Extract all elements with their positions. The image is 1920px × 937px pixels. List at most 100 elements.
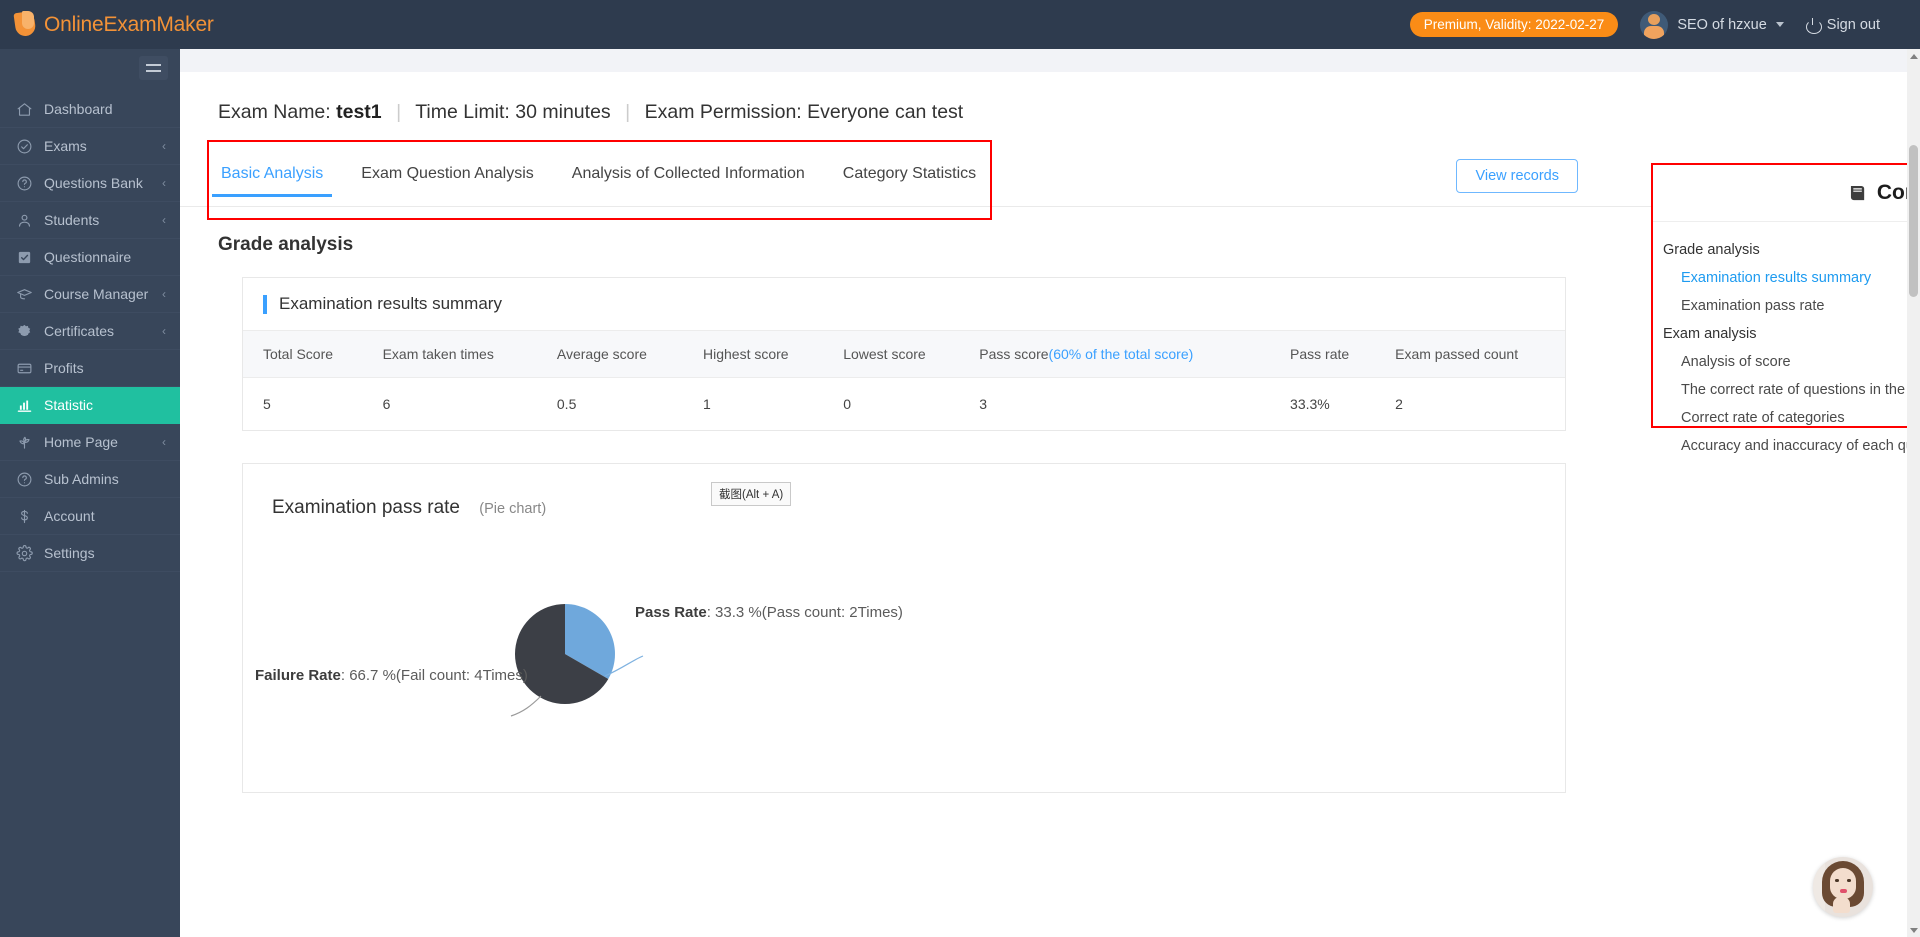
- tabs-inner: Basic Analysis Exam Question Analysis Anal…: [211, 153, 1014, 197]
- table-cell: 5: [263, 396, 271, 412]
- sidebar-item-questions-bank[interactable]: Questions Bank ‹: [0, 165, 180, 202]
- chevron-left-icon[interactable]: ‹: [162, 325, 166, 337]
- onlineexammaker-logo-icon: [12, 10, 38, 39]
- sidebar-item-course-manager[interactable]: Course Manager ‹: [0, 276, 180, 313]
- chevron-left-icon[interactable]: ‹: [162, 214, 166, 226]
- pie-label-pass: Pass Rate: 33.3 %(Pass count: 2Times): [635, 604, 903, 621]
- scroll-up-arrow-icon[interactable]: [1907, 49, 1920, 63]
- context-item[interactable]: Exam analysis: [1663, 320, 1920, 348]
- chevron-left-icon[interactable]: ‹: [162, 288, 166, 300]
- sidebar-item-certificates[interactable]: Certificates ‹: [0, 313, 180, 350]
- context-item[interactable]: Accuracy and inaccuracy of each question…: [1663, 432, 1920, 460]
- tab-exam-question-analysis[interactable]: Exam Question Analysis: [361, 153, 534, 196]
- divider: |: [396, 101, 402, 123]
- table-cell: 0: [843, 396, 851, 412]
- accent-bar: [263, 294, 267, 314]
- sidebar-item-label: Course Manager: [44, 286, 149, 302]
- table-header-label: Exam passed count: [1395, 346, 1519, 362]
- sidebar-toggle-wrap: [0, 49, 180, 91]
- plant-icon: [16, 434, 33, 451]
- pie-label-pass-title: Pass Rate: [635, 604, 707, 621]
- table-body: 5 6 0.5 1 0 3 33.3% 2: [243, 378, 1565, 431]
- time-limit-label: Time Limit:: [415, 101, 510, 123]
- sidebar-item-exams[interactable]: Exams ‹: [0, 128, 180, 165]
- brand-logo[interactable]: OnlineExamMaker: [0, 0, 220, 49]
- avatar: [1640, 10, 1669, 39]
- table-header-label: Highest score: [702, 346, 789, 362]
- table-header-cell: Exam taken times: [362, 331, 537, 378]
- divider: |: [625, 101, 631, 123]
- sidebar-item-label: Home Page: [44, 434, 118, 450]
- sidebar-item-profits[interactable]: Profits: [0, 350, 180, 387]
- context-item[interactable]: Examination pass rate: [1663, 292, 1920, 320]
- user-icon: [16, 212, 33, 229]
- book-icon: [1850, 185, 1864, 200]
- premium-validity-badge[interactable]: Premium, Validity: 2022-02-27: [1409, 11, 1619, 38]
- table-header-cell: Lowest score: [823, 331, 960, 378]
- page-scrollbar[interactable]: [1907, 49, 1920, 937]
- exam-info-header: Exam Name: test1 | Time Limit: 30 minute…: [180, 72, 1908, 124]
- sidebar-item-questionnaire[interactable]: Questionnaire: [0, 239, 180, 276]
- top-bar: OnlineExamMaker Premium, Validity: 2022-…: [0, 0, 1920, 49]
- question-circle-icon: [16, 175, 33, 192]
- summary-panel-title: Examination results summary: [279, 294, 502, 313]
- pie-label-fail-title: Failure Rate: [255, 667, 341, 684]
- gear-icon: [16, 544, 33, 562]
- sidebar-item-label: Questions Bank: [44, 175, 143, 191]
- home-icon: [16, 101, 33, 118]
- table-header-label: Exam taken times: [382, 346, 494, 362]
- context-item[interactable]: Examination results summary: [1663, 264, 1920, 292]
- tab-analysis-of-collected-information[interactable]: Analysis of Collected Information: [572, 153, 805, 196]
- sidebar-item-label: Certificates: [44, 323, 115, 339]
- exam-permission-value: Everyone can test: [807, 101, 964, 123]
- chevron-left-icon[interactable]: ‹: [162, 177, 166, 189]
- table-cell: 1: [702, 396, 711, 412]
- table-header-cell: Average score: [536, 331, 683, 378]
- context-item[interactable]: The correct rate of questions in the Cat…: [1663, 376, 1920, 404]
- table-header-cell: Total Score: [243, 331, 363, 378]
- sidebar-item-account[interactable]: Account: [0, 498, 180, 535]
- brand-name: OnlineExamMaker: [44, 12, 214, 36]
- tab-basic-analysis[interactable]: Basic Analysis: [211, 153, 333, 197]
- sidebar-item-dashboard[interactable]: Dashboard: [0, 91, 180, 128]
- sidebar-item-statistic[interactable]: Statistic: [0, 387, 180, 424]
- sidebar-item-students[interactable]: Students ‹: [0, 202, 180, 239]
- sidebar-item-label: Profits: [44, 360, 84, 376]
- support-chat-avatar[interactable]: [1813, 857, 1873, 917]
- table-cell: 33.3%: [1290, 396, 1330, 412]
- context-item[interactable]: Analysis of score: [1663, 348, 1920, 376]
- sidebar-item-label: Students: [44, 212, 100, 228]
- table-header-cell: Highest score: [682, 331, 824, 378]
- user-menu[interactable]: SEO of hzxue: [1640, 10, 1784, 39]
- scrollbar-thumb[interactable]: [1909, 145, 1918, 297]
- table-header-label: Average score: [556, 346, 647, 362]
- sidebar-item-label: Exams: [44, 138, 87, 154]
- graduation-cap-icon: [16, 286, 33, 303]
- context-item-list: Grade analysis Examination results summar…: [1653, 222, 1920, 460]
- table-header-cell: Pass rate: [1270, 331, 1376, 378]
- chevron-down-icon: [1775, 22, 1784, 27]
- view-records-button[interactable]: View records: [1456, 159, 1578, 193]
- tab-category-statistics[interactable]: Category Statistics: [843, 153, 976, 196]
- main-content: Exam Name: test1 | Time Limit: 30 minute…: [180, 49, 1920, 937]
- sidebar-item-settings[interactable]: Settings: [0, 535, 180, 572]
- sidebar-item-label: Statistic: [44, 397, 94, 413]
- chevron-left-icon[interactable]: ‹: [162, 140, 166, 152]
- pie-chart-stage: Pass Rate: 33.3 %(Pass count: 2Times) Fa…: [243, 464, 963, 794]
- table-cell: 0.5: [556, 396, 577, 412]
- context-item[interactable]: Correct rate of categories: [1663, 404, 1920, 432]
- table-header-label: Pass rate: [1290, 346, 1350, 362]
- top-bar-right: Premium, Validity: 2022-02-27 SEO of hzx…: [1409, 0, 1920, 49]
- exam-permission-label: Exam Permission:: [644, 101, 802, 123]
- card-icon: [16, 360, 33, 377]
- dollar-icon: [16, 508, 33, 525]
- checkbox-icon: [16, 249, 33, 266]
- sidebar-item-home-page[interactable]: Home Page ‹: [0, 424, 180, 461]
- scroll-down-arrow-icon[interactable]: [1907, 923, 1920, 937]
- hamburger-menu-icon[interactable]: [139, 56, 168, 80]
- chevron-left-icon[interactable]: ‹: [162, 436, 166, 448]
- sign-out-button[interactable]: Sign out: [1805, 17, 1880, 34]
- sidebar-item-sub-admins[interactable]: Sub Admins: [0, 461, 180, 498]
- context-item[interactable]: Grade analysis: [1663, 236, 1920, 264]
- content-card: Exam Name: test1 | Time Limit: 30 minute…: [180, 72, 1908, 937]
